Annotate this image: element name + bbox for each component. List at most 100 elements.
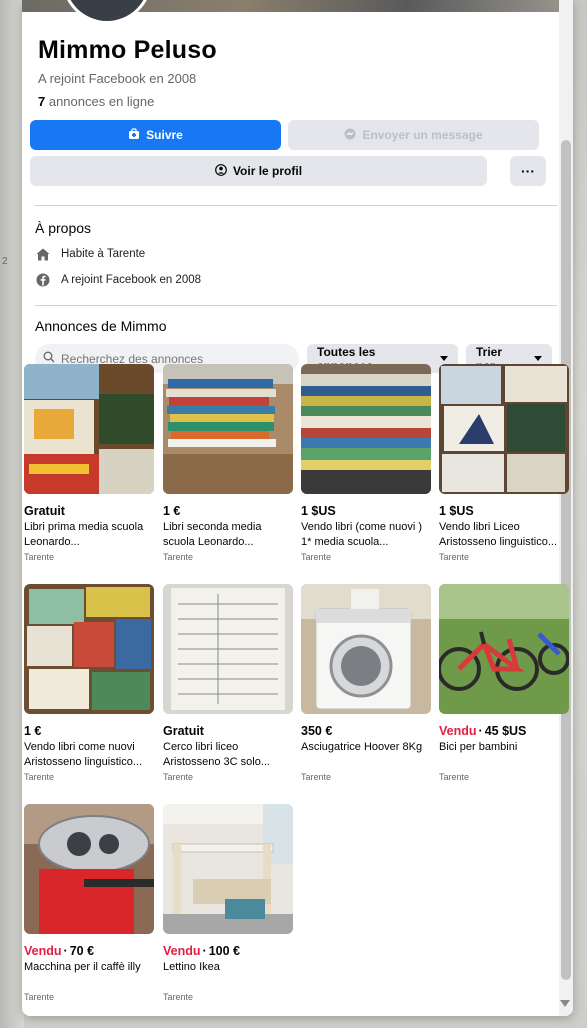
price-separator: ·: [63, 944, 68, 958]
listing-photo[interactable]: [163, 364, 293, 494]
listing-location: Tarente: [439, 772, 470, 782]
avatar[interactable]: [62, 0, 152, 24]
about-joined: A rejoint Facebook en 2008: [35, 272, 557, 288]
listing-photo[interactable]: [24, 584, 154, 714]
caret-down-icon: [440, 356, 448, 361]
caret-down-icon: [534, 356, 542, 361]
price-separator: ·: [478, 724, 483, 738]
more-options-button[interactable]: ···: [510, 156, 546, 186]
backdrop-side-image: [0, 0, 24, 1028]
price-value: 350 €: [301, 724, 333, 738]
listing-price: 350 €: [301, 724, 431, 738]
listing-title: Libri prima media scuola Leonardo...: [24, 521, 144, 548]
listing-location: Tarente: [24, 552, 55, 562]
price-value: 45 $US: [484, 724, 527, 738]
price-value: 1 $US: [439, 504, 474, 518]
listings-title: Annonces de Mimmo: [35, 318, 167, 334]
price-separator: ·: [202, 944, 207, 958]
listing-photo[interactable]: [439, 584, 569, 714]
listing-location: Tarente: [439, 552, 470, 562]
price-value: 100 €: [208, 944, 240, 958]
send-message-label: Envoyer un message: [362, 128, 483, 142]
listing-photo[interactable]: [301, 584, 431, 714]
sold-badge: Vendu: [24, 944, 62, 958]
joined-text: A rejoint Facebook en 2008: [61, 274, 202, 286]
about-section: À propos Habite à Tarente A rejoint Face…: [35, 220, 557, 288]
divider: [35, 205, 557, 206]
price-value: 1 €: [163, 504, 181, 518]
sold-badge: Vendu: [163, 944, 201, 958]
view-profile-label: Voir le profil: [232, 164, 303, 178]
follow-label: Suivre: [146, 128, 183, 142]
user-circle-icon: [215, 163, 227, 179]
about-lives-in: Habite à Tarente: [35, 246, 557, 262]
seller-profile-panel: Mimmo Peluso A rejoint Facebook en 2008 …: [22, 0, 573, 1016]
listing-photo[interactable]: [24, 804, 154, 934]
listing-location: Tarente: [163, 552, 194, 562]
price-value: 1 $US: [301, 504, 336, 518]
listing-location: Tarente: [163, 992, 194, 1002]
listing-card[interactable]: Vendu · 100 € Lettino Ikea Tarente: [163, 804, 293, 1002]
listings-count-line: 7 annonces en ligne: [38, 94, 557, 109]
secondary-actions: Voir le profil ···: [30, 156, 557, 186]
listing-price: Vendu · 45 $US: [439, 724, 569, 738]
listing-card[interactable]: 350 € Asciugatrice Hoover 8Kg Tarente: [301, 584, 431, 782]
listing-title: Vendo libri come nuovi Aristosseno lingu…: [24, 741, 142, 768]
listing-price: 1 €: [163, 504, 293, 518]
listing-card[interactable]: 1 € Libri seconda media scuola Leonardo.…: [163, 364, 293, 562]
listing-photo[interactable]: [24, 364, 154, 494]
listing-title: Vendo libri (come nuovi ) 1* media scuol…: [301, 521, 423, 548]
backdrop-text-fragment: 2: [2, 256, 8, 267]
listing-title: Vendo libri Liceo Aristosseno linguistic…: [439, 521, 557, 548]
home-icon: [35, 246, 51, 262]
listing-price: Vendu · 100 €: [163, 944, 293, 958]
lives-in-text: Habite à Tarente: [61, 248, 146, 260]
listing-card[interactable]: Gratuit Cerco libri liceo Aristosseno 3C…: [163, 584, 293, 782]
listings-count-suffix: annonces en ligne: [45, 94, 155, 109]
listing-card[interactable]: Vendu · 70 € Macchina per il caffè illy Ta…: [24, 804, 154, 1002]
profile-content: Mimmo Peluso A rejoint Facebook en 2008 …: [30, 36, 557, 373]
sold-badge: Vendu: [439, 724, 477, 738]
follow-button[interactable]: Suivre: [30, 120, 281, 150]
listing-location: Tarente: [163, 772, 194, 782]
listing-photo[interactable]: [439, 364, 569, 494]
view-profile-button[interactable]: Voir le profil: [30, 156, 487, 186]
messenger-icon: [344, 128, 356, 143]
price-value: Gratuit: [24, 504, 65, 518]
send-message-button[interactable]: Envoyer un message: [288, 120, 539, 150]
listing-card[interactable]: Gratuit Libri prima media scuola Leonard…: [24, 364, 154, 562]
listing-photo[interactable]: [163, 804, 293, 934]
listing-title: Asciugatrice Hoover 8Kg: [301, 741, 423, 753]
listing-title: Lettino Ikea: [163, 961, 220, 973]
listing-location: Tarente: [24, 992, 55, 1002]
about-title: À propos: [35, 220, 92, 236]
listing-card[interactable]: 1 $US Vendo libri Liceo Aristosseno ling…: [439, 364, 569, 562]
listing-price: 1 €: [24, 724, 154, 738]
listing-title: Libri seconda media scuola Leonardo...: [163, 521, 262, 548]
listing-price: Vendu · 70 €: [24, 944, 154, 958]
listing-location: Tarente: [301, 552, 332, 562]
divider: [35, 305, 557, 306]
listing-price: 1 $US: [439, 504, 569, 518]
listing-card[interactable]: 1 $US Vendo libri (come nuovi ) 1* media…: [301, 364, 431, 562]
listing-card[interactable]: Vendu · 45 $US Bici per bambini Tarente: [439, 584, 569, 782]
profile-joined: A rejoint Facebook en 2008: [38, 71, 197, 86]
listing-price: 1 $US: [301, 504, 431, 518]
listing-photo[interactable]: [163, 584, 293, 714]
scroll-down-arrow-icon[interactable]: [560, 1000, 570, 1007]
listing-location: Tarente: [301, 772, 332, 782]
listing-title: Cerco libri liceo Aristosseno 3C solo...: [163, 741, 270, 768]
listing-photo[interactable]: [301, 364, 431, 494]
price-value: 1 €: [24, 724, 42, 738]
profile-name: Mimmo Peluso: [38, 36, 217, 64]
listing-title: Macchina per il caffè illy: [24, 961, 141, 973]
price-value: 70 €: [69, 944, 95, 958]
listing-price: Gratuit: [163, 724, 293, 738]
more-dots-icon: ···: [521, 163, 535, 179]
listing-price: Gratuit: [24, 504, 154, 518]
primary-actions: Suivre Envoyer un message: [30, 120, 557, 150]
follow-icon: [128, 127, 140, 143]
listing-location: Tarente: [24, 772, 55, 782]
facebook-icon: [35, 272, 51, 288]
listing-card[interactable]: 1 € Vendo libri come nuovi Aristosseno l…: [24, 584, 154, 782]
